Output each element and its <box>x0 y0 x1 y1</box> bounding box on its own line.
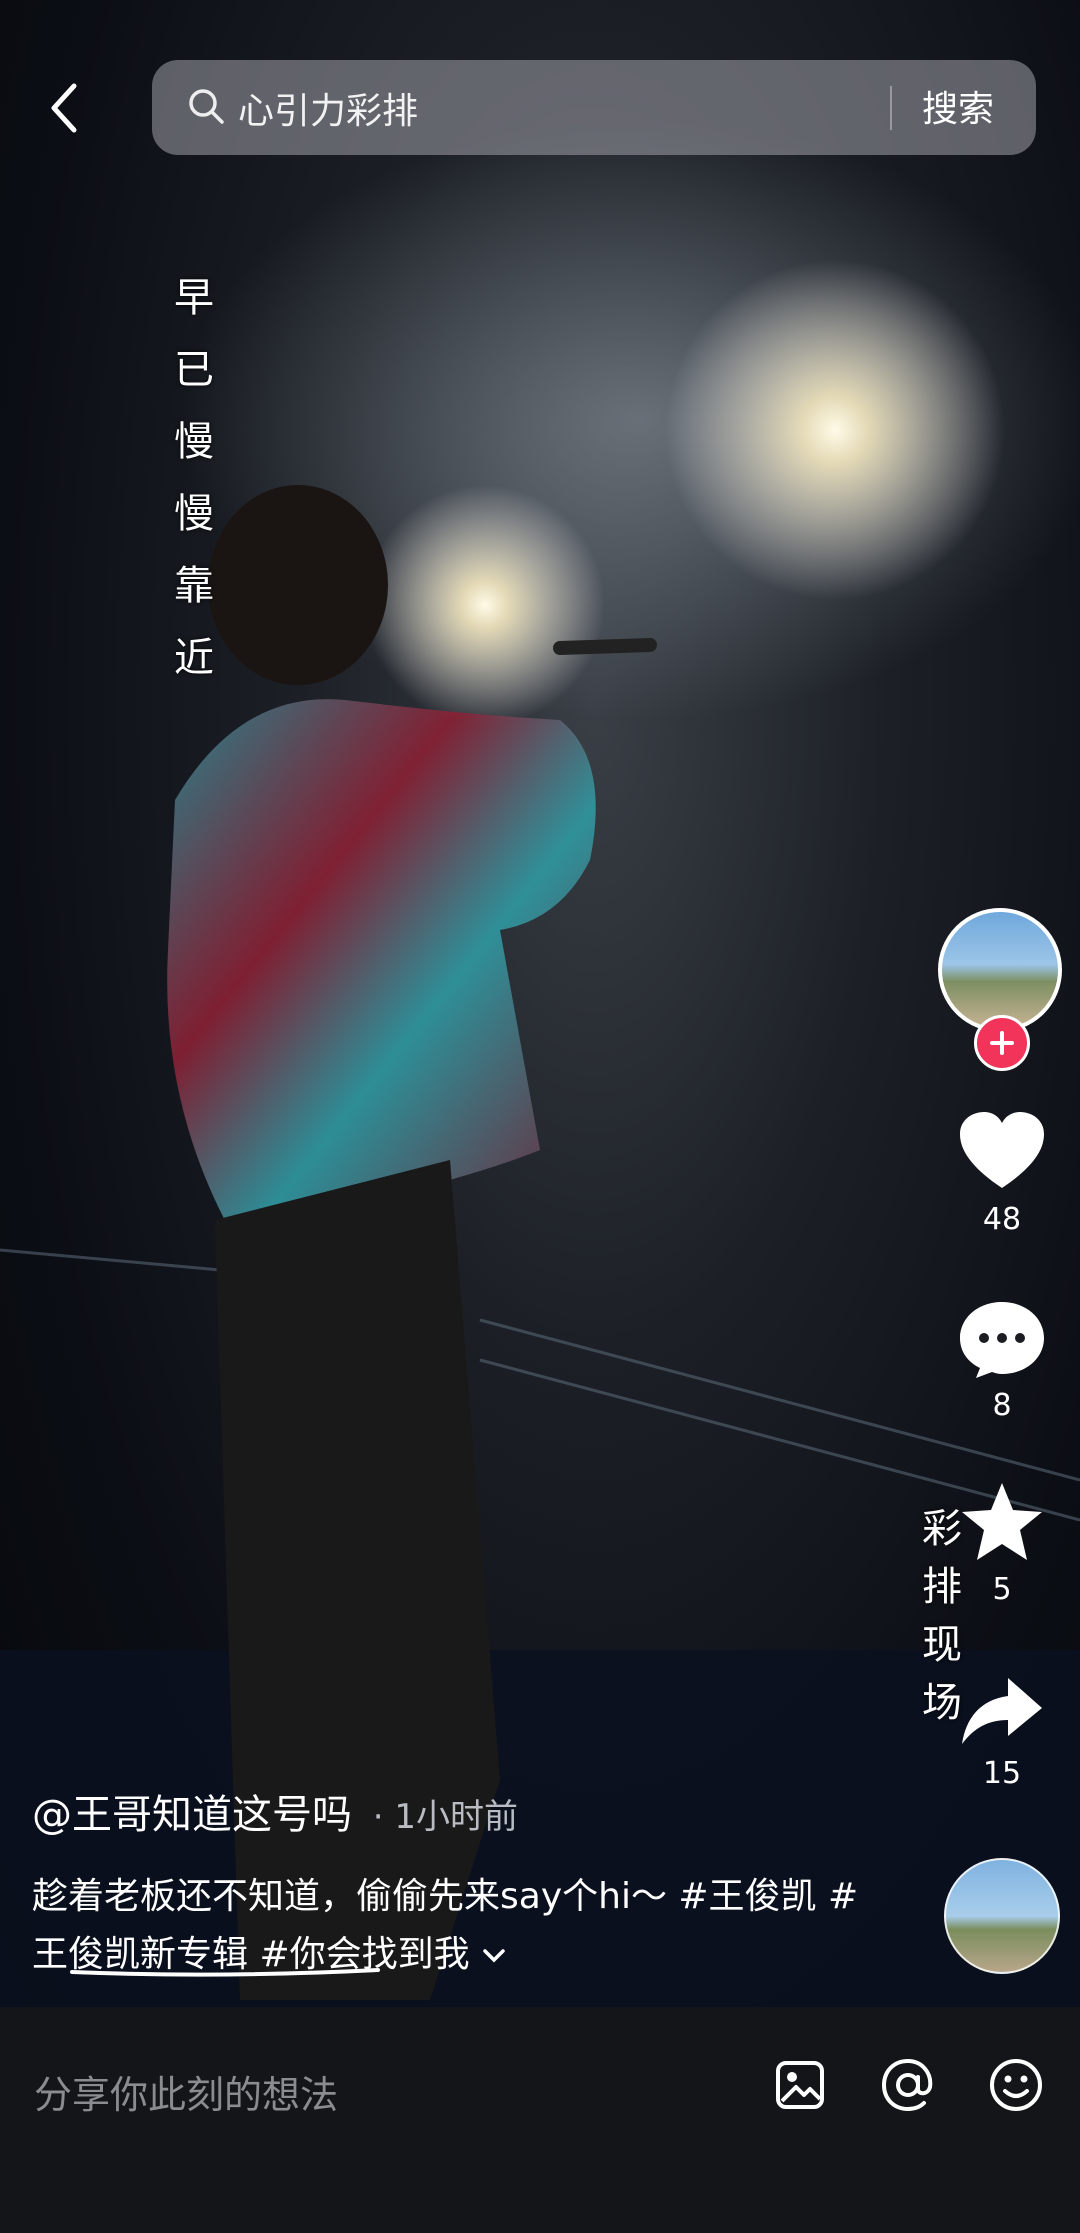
author-line: @王哥知道这号吗 · 1小时前 <box>32 1782 518 1840</box>
emoji-button[interactable] <box>988 2057 1044 2113</box>
lyric-overlay: 早已慢慢靠近 <box>174 275 214 681</box>
favorite-button[interactable]: 5 <box>956 1480 1048 1607</box>
author-name[interactable]: @王哥知道这号吗 <box>32 1792 352 1838</box>
heart-icon <box>960 1112 1044 1188</box>
image-button[interactable] <box>772 2057 828 2113</box>
smiley-icon <box>990 2059 1042 2111</box>
search-input[interactable]: 心引力彩排 <box>238 82 418 134</box>
comment-count: 8 <box>992 1388 1012 1423</box>
highlight-underline <box>70 1968 380 1977</box>
like-count: 48 <box>982 1202 1022 1237</box>
plus-icon <box>990 1031 1014 1055</box>
search-icon <box>186 86 226 126</box>
share-button[interactable]: 15 <box>956 1672 1048 1791</box>
back-button[interactable] <box>36 80 92 136</box>
search-button[interactable]: 搜索 <box>922 80 994 132</box>
share-arrow-icon <box>962 1678 1042 1744</box>
comment-button[interactable]: 8 <box>956 1298 1048 1423</box>
follow-button[interactable] <box>974 1015 1030 1071</box>
post-time: · 1小时前 <box>373 1797 518 1837</box>
chevron-left-icon <box>51 83 77 133</box>
posted-time: 1小时前 <box>394 1797 518 1837</box>
comment-bar <box>0 2007 1080 2233</box>
caption-text: 趁着老板还不知道，偷偷先来say个hi～ <box>32 1876 679 1917</box>
search-divider <box>890 86 892 130</box>
mention-button[interactable] <box>880 2057 936 2113</box>
image-icon <box>776 2061 824 2109</box>
search-bar[interactable]: 心引力彩排 搜索 <box>152 60 1036 155</box>
author-avatar[interactable] <box>938 908 1062 1032</box>
hashtag[interactable]: #王俊凯 <box>678 1876 816 1917</box>
like-button[interactable]: 48 <box>956 1110 1048 1237</box>
chevron-down-icon[interactable] <box>481 1947 507 1965</box>
star-icon <box>962 1483 1042 1560</box>
comment-input[interactable]: 分享你此刻的想法 <box>34 2064 338 2119</box>
share-count: 15 <box>982 1756 1022 1791</box>
comment-bubble-icon <box>960 1302 1044 1378</box>
video-player[interactable]: 心引力彩排 搜索 早已慢慢靠近 彩排现场 48 8 5 15 @王哥知道这号吗 … <box>0 0 1080 2007</box>
music-disc[interactable] <box>944 1858 1060 1974</box>
at-sign-icon <box>881 2058 933 2112</box>
time-separator: · <box>372 1797 384 1837</box>
favorite-count: 5 <box>992 1572 1012 1607</box>
